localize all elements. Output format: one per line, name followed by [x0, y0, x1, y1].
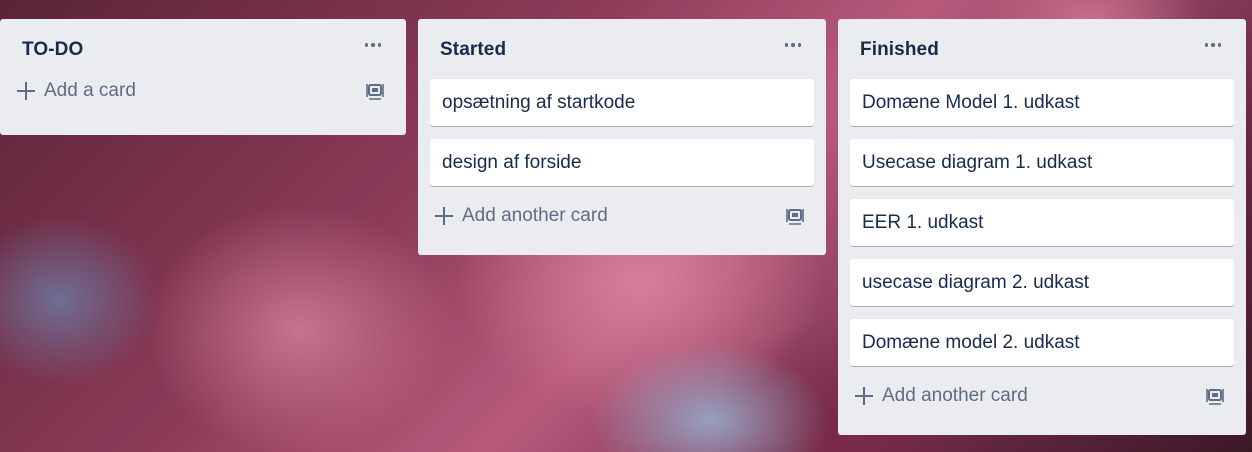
- plus-icon: [854, 386, 874, 406]
- plus-icon: [16, 81, 36, 101]
- add-card-button[interactable]: Add another card: [430, 186, 814, 246]
- card[interactable]: Domæne Model 1. udkast: [850, 79, 1234, 126]
- card[interactable]: Domæne model 2. udkast: [850, 319, 1234, 366]
- list-finished: Finished Domæne Model 1. udkast Usecase …: [838, 19, 1246, 435]
- more-horizontal-icon: [364, 43, 369, 47]
- add-card-label: Add another card: [462, 205, 608, 226]
- add-card-button[interactable]: Add another card: [850, 366, 1234, 426]
- add-card-label: Add a card: [44, 80, 136, 101]
- list-title[interactable]: Finished: [860, 39, 939, 61]
- card[interactable]: EER 1. udkast: [850, 199, 1234, 246]
- add-card-button[interactable]: Add a card: [12, 67, 394, 115]
- list-started: Started opsætning af startkode design af…: [418, 19, 826, 255]
- plus-icon: [434, 206, 454, 226]
- more-horizontal-icon: [1204, 43, 1209, 47]
- list-title[interactable]: Started: [440, 39, 506, 61]
- list-header: Finished: [850, 19, 1234, 79]
- list-menu-button[interactable]: [1198, 33, 1228, 57]
- more-horizontal-icon: [784, 43, 789, 47]
- card-template-icon[interactable]: [364, 80, 386, 102]
- card-list: opsætning af startkode design af forside: [430, 79, 814, 186]
- card-template-icon[interactable]: [1204, 385, 1226, 407]
- card[interactable]: Usecase diagram 1. udkast: [850, 139, 1234, 186]
- list-menu-button[interactable]: [778, 33, 808, 57]
- list-header: Started: [430, 19, 814, 79]
- list-menu-button[interactable]: [358, 33, 388, 57]
- card[interactable]: opsætning af startkode: [430, 79, 814, 126]
- list-title[interactable]: TO-DO: [22, 39, 83, 61]
- add-card-label: Add another card: [882, 385, 1028, 406]
- card-list: Domæne Model 1. udkast Usecase diagram 1…: [850, 79, 1234, 366]
- card[interactable]: usecase diagram 2. udkast: [850, 259, 1234, 306]
- card[interactable]: design af forside: [430, 139, 814, 186]
- card-template-icon[interactable]: [784, 205, 806, 227]
- list-todo: TO-DO Add a card: [0, 19, 406, 135]
